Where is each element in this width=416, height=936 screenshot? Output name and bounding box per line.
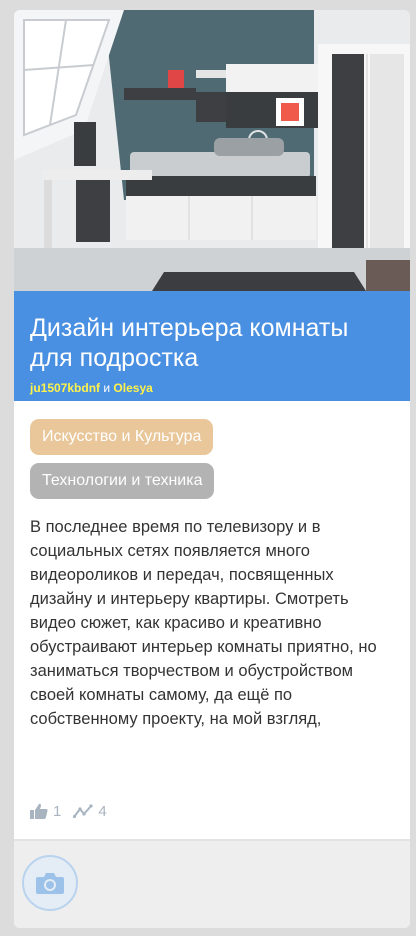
likes-count: 1	[53, 802, 62, 820]
author-link[interactable]: ju1507kbdnf	[30, 381, 100, 395]
reposts-stat[interactable]: 4	[73, 802, 107, 820]
author-link[interactable]: Olesya	[113, 381, 152, 395]
camera-button[interactable]	[22, 855, 78, 911]
trend-icon	[73, 804, 93, 818]
post-footer	[14, 841, 410, 928]
tag-art-culture[interactable]: Искусство и Культура	[30, 419, 214, 455]
post-excerpt: В последнее время по телевизору и в соци…	[30, 518, 377, 728]
post-header: Дизайн интерьера комнаты для подростка j…	[14, 291, 410, 401]
likes-stat[interactable]: 1	[30, 803, 61, 820]
thumbs-up-icon	[30, 803, 48, 819]
author-separator: и	[103, 381, 111, 395]
post-authors: ju1507kbdnf и Olesya	[30, 381, 396, 395]
reposts-count: 4	[98, 802, 107, 820]
tag-technology[interactable]: Технологии и техника	[30, 463, 215, 499]
bedroom-illustration	[14, 10, 410, 291]
post-card: Дизайн интерьера комнаты для подростка j…	[14, 10, 410, 928]
tag-list: Искусство и Культура Технологии и техник…	[30, 419, 400, 507]
post-title[interactable]: Дизайн интерьера комнаты для подростка	[30, 313, 396, 373]
post-stats: 1 4	[30, 800, 119, 822]
camera-icon	[36, 873, 64, 894]
post-cover-image[interactable]	[14, 10, 410, 291]
